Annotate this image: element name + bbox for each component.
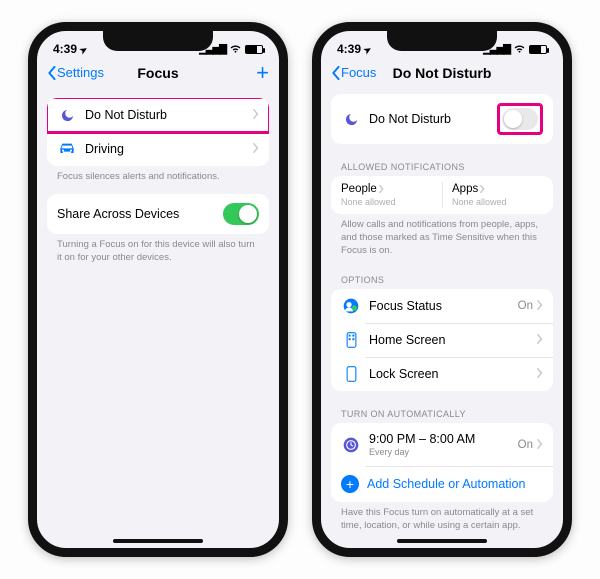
highlight-box	[497, 103, 543, 135]
phone-focus-list: 4:39 ➤ ▁▃▅▇ Settings Focus + Do Not Di	[28, 22, 288, 557]
car-icon	[57, 143, 77, 155]
row-label: Do Not Disturb	[85, 108, 253, 122]
row-detail: On	[518, 439, 533, 451]
moon-icon	[57, 108, 77, 123]
group-footer: Allow calls and notifications from peopl…	[331, 214, 553, 257]
row-dnd-toggle: Do Not Disturb	[331, 94, 553, 144]
row-label: Share Across Devices	[57, 207, 223, 221]
allowed-apps-value: None allowed	[452, 197, 543, 207]
back-button[interactable]: Focus	[331, 65, 376, 80]
wifi-icon	[229, 44, 242, 54]
back-label: Settings	[57, 65, 104, 80]
back-label: Focus	[341, 65, 376, 80]
chevron-right-icon	[537, 333, 543, 347]
back-button[interactable]: Settings	[47, 65, 104, 80]
row-label: Home Screen	[369, 333, 537, 347]
chevron-right-icon	[537, 438, 543, 452]
allowed-people-label: People	[341, 183, 377, 195]
row-label: Lock Screen	[369, 367, 537, 381]
focus-status-icon	[341, 298, 361, 314]
clock-icon	[341, 437, 361, 453]
add-focus-button[interactable]: +	[256, 66, 269, 80]
wifi-icon	[513, 44, 526, 54]
group-footer: Focus silences alerts and notifications.	[47, 166, 269, 184]
group-header: ALLOWED NOTIFICATIONS	[331, 154, 553, 176]
nav-bar: Focus Do Not Disturb	[321, 61, 563, 88]
schedule-sub: Every day	[369, 447, 518, 457]
chevron-right-icon	[253, 142, 259, 156]
moon-icon	[341, 112, 361, 127]
group-header: TURN ON AUTOMATICALLY	[331, 401, 553, 423]
row-home-screen[interactable]: Home Screen	[331, 323, 553, 357]
row-label: Focus Status	[369, 299, 518, 313]
row-label: Driving	[85, 142, 253, 156]
schedule-time: 9:00 PM – 8:00 AM	[369, 432, 518, 446]
allowed-apps-label: Apps	[452, 183, 478, 195]
phone-dnd-detail: 4:39 ➤ ▁▃▅▇ Focus Do Not Disturb Do N	[312, 22, 572, 557]
chevron-right-icon	[253, 108, 259, 122]
group-footer: Have this Focus turn on automatically at…	[331, 502, 553, 533]
row-label: Do Not Disturb	[369, 112, 497, 126]
row-add-schedule[interactable]: + Add Schedule or Automation	[331, 466, 553, 502]
row-lock-screen[interactable]: Lock Screen	[331, 357, 553, 391]
allowed-apps[interactable]: Apps None allowed	[442, 176, 553, 214]
battery-icon	[529, 45, 547, 54]
allowed-people[interactable]: People None allowed	[331, 176, 442, 214]
row-focus-status[interactable]: Focus Status On	[331, 289, 553, 323]
allowed-people-value: None allowed	[341, 197, 432, 207]
status-time: 4:39	[53, 42, 77, 56]
lock-screen-icon	[341, 366, 361, 382]
row-do-not-disturb[interactable]: Do Not Disturb	[47, 98, 269, 132]
row-schedule[interactable]: 9:00 PM – 8:00 AM Every day On	[331, 423, 553, 466]
add-label: Add Schedule or Automation	[367, 477, 543, 491]
home-screen-icon	[341, 332, 361, 348]
group-footer: Turning a Focus on for this device will …	[47, 234, 269, 265]
home-indicator[interactable]	[397, 539, 487, 543]
battery-icon	[245, 45, 263, 54]
chevron-right-icon	[537, 299, 543, 313]
row-detail: On	[518, 300, 533, 312]
row-share-across-devices[interactable]: Share Across Devices	[47, 194, 269, 234]
nav-bar: Settings Focus +	[37, 61, 279, 88]
share-toggle[interactable]	[223, 203, 259, 225]
chevron-right-icon	[537, 367, 543, 381]
group-header: OPTIONS	[331, 267, 553, 289]
notch	[387, 31, 497, 51]
row-driving[interactable]: Driving	[47, 132, 269, 166]
notch	[103, 31, 213, 51]
home-indicator[interactable]	[113, 539, 203, 543]
status-time: 4:39	[337, 42, 361, 56]
plus-circle-icon: +	[341, 475, 359, 493]
dnd-toggle[interactable]	[502, 108, 538, 130]
